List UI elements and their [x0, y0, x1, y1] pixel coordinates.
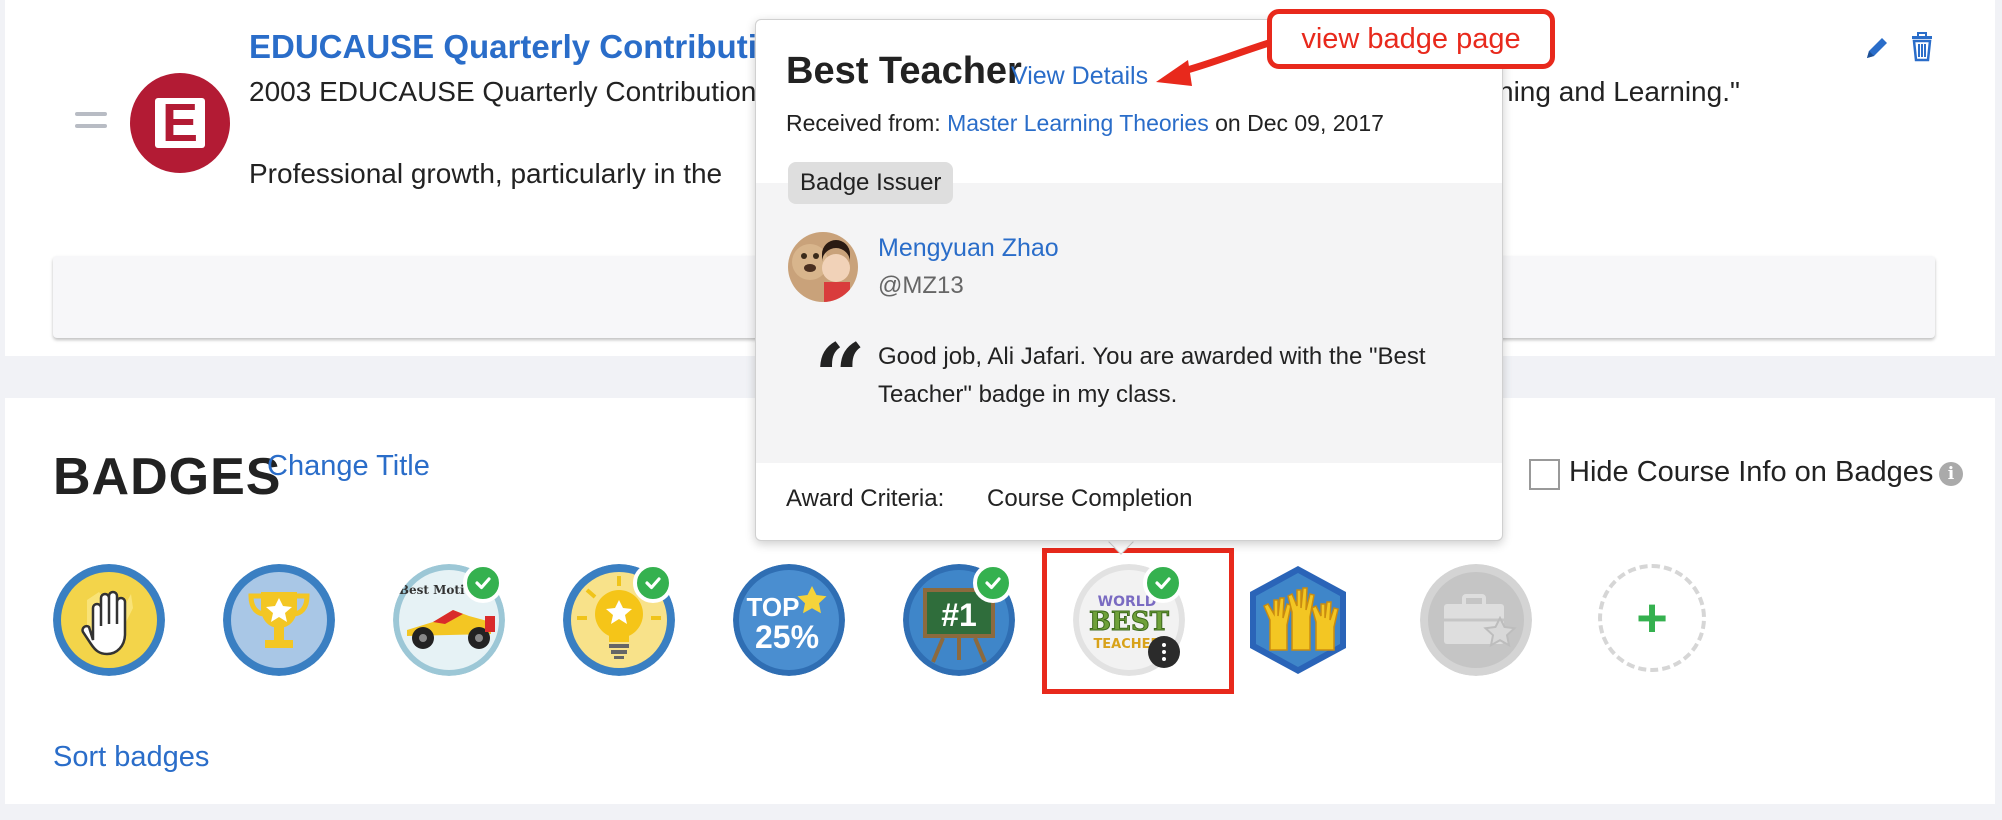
hide-course-info-label[interactable]: Hide Course Info on Badges: [1569, 456, 1933, 489]
contribution-text-line1-tail: ning and Learning.": [1498, 76, 1740, 107]
badge-issuer-chip: Badge Issuer: [788, 162, 954, 204]
change-title-link[interactable]: Change Title: [267, 450, 430, 483]
annotation-arrow-icon: [1156, 38, 1276, 86]
award-criteria-label: Award Criteria:: [786, 485, 945, 512]
badges-heading: BADGES: [53, 448, 282, 506]
best-label: BEST: [1089, 607, 1170, 637]
sort-badges-link[interactable]: Sort badges: [53, 741, 209, 774]
number-one-label: #1: [941, 597, 977, 633]
annotation-callout: view badge page: [1267, 9, 1555, 69]
trash-icon[interactable]: [1908, 32, 1936, 62]
issuer-quote: Good job, Ali Jafari. You are awarded wi…: [878, 343, 1426, 408]
contribution-text-line2: Professional growth, particularly in the: [249, 158, 723, 189]
avatar[interactable]: [788, 232, 858, 302]
contribution-text-line1: 2003 EDUCAUSE Quarterly Contribution: [249, 76, 757, 107]
briefcase-icon: [1420, 564, 1532, 676]
plus-icon: +: [1636, 588, 1668, 648]
badge-trophy[interactable]: [223, 564, 335, 676]
issuer-name-link[interactable]: Mengyuan Zhao: [878, 234, 1059, 263]
drag-handle-icon[interactable]: [75, 112, 107, 136]
raised-hand-icon: [53, 564, 165, 676]
earned-check-icon: [633, 563, 673, 603]
add-badge-button[interactable]: +: [1598, 564, 1706, 672]
top-label: TOP: [747, 592, 800, 622]
educause-logo: E: [130, 73, 230, 173]
annotation-callout-text: view badge page: [1301, 22, 1521, 55]
earned-check-icon: [1143, 563, 1183, 603]
top-25-icon: TOP 25%: [733, 564, 845, 676]
view-details-link[interactable]: View Details: [1011, 62, 1148, 91]
info-icon[interactable]: i: [1939, 462, 1963, 486]
raised-hands-icon: [1250, 566, 1346, 674]
award-criteria-value: Course Completion: [987, 485, 1193, 512]
badge-details-popover: Best Teacher View Details Received from:…: [755, 19, 1503, 541]
quote-icon: “: [814, 324, 866, 430]
earned-check-icon: [973, 563, 1013, 603]
received-prefix: Received from:: [786, 110, 941, 136]
hide-course-info-checkbox[interactable]: [1529, 459, 1560, 490]
received-from-link[interactable]: Master Learning Theories: [947, 110, 1209, 136]
popover-badge-title: Best Teacher: [786, 50, 1022, 92]
issuer-handle: @MZ13: [878, 272, 964, 299]
badge-briefcase[interactable]: [1420, 564, 1532, 676]
trophy-icon: [223, 564, 335, 676]
badge-hands-up[interactable]: [1246, 564, 1350, 676]
received-date: on Dec 09, 2017: [1215, 110, 1384, 136]
contribution-title[interactable]: EDUCAUSE Quarterly Contributio: [249, 28, 777, 66]
issuer-panel: [756, 183, 1502, 463]
pencil-icon[interactable]: [1863, 34, 1891, 62]
top-25-percent-label: 25%: [755, 619, 819, 655]
badge-more-options-icon[interactable]: [1148, 636, 1180, 668]
received-info: Received from: Master Learning Theories …: [786, 110, 1384, 137]
badge-raised-hand[interactable]: [53, 564, 165, 676]
badge-top-25[interactable]: TOP 25%: [733, 564, 845, 676]
earned-check-icon: [463, 563, 503, 603]
